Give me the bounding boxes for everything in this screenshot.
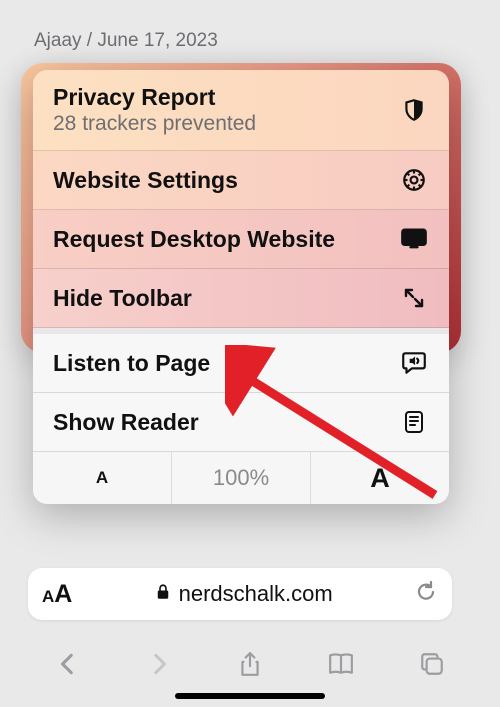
menu-item-request-desktop[interactable]: Request Desktop Website: [33, 210, 449, 269]
byline-text: Ajaay / June 17, 2023: [34, 30, 218, 52]
reader-icon: [399, 407, 429, 437]
shield-icon: [399, 95, 429, 125]
reload-button[interactable]: [414, 580, 438, 609]
zoom-percent[interactable]: 100%: [172, 452, 311, 504]
small-a-icon: A: [42, 587, 54, 607]
small-a-icon: A: [96, 468, 108, 488]
menu-label: Show Reader: [53, 409, 199, 436]
back-button[interactable]: [51, 647, 85, 681]
tabs-button[interactable]: [415, 647, 449, 681]
zoom-out-button[interactable]: A: [33, 452, 172, 504]
menu-item-show-reader[interactable]: Show Reader: [33, 393, 449, 452]
gear-icon: [399, 165, 429, 195]
bottom-toolbar: [0, 636, 500, 692]
page-settings-menu: Privacy Report 28 trackers prevented Web…: [33, 70, 449, 504]
share-button[interactable]: [233, 647, 267, 681]
menu-item-listen-to-page[interactable]: Listen to Page: [33, 328, 449, 393]
text-size-button[interactable]: AA: [42, 580, 72, 609]
expand-arrows-icon: [399, 283, 429, 313]
home-indicator: [175, 693, 325, 699]
menu-label: Hide Toolbar: [53, 285, 192, 312]
menu-item-website-settings[interactable]: Website Settings: [33, 151, 449, 210]
menu-item-privacy-report[interactable]: Privacy Report 28 trackers prevented: [33, 70, 449, 151]
address-bar[interactable]: AA nerdschalk.com: [28, 568, 452, 620]
menu-label: Request Desktop Website: [53, 226, 335, 253]
zoom-row: A 100% A: [33, 452, 449, 504]
domain-text: nerdschalk.com: [179, 581, 333, 607]
menu-item-hide-toolbar[interactable]: Hide Toolbar: [33, 269, 449, 328]
menu-sublabel: 28 trackers prevented: [53, 112, 256, 136]
address-bar-center[interactable]: nerdschalk.com: [72, 581, 414, 607]
speech-sound-icon: [399, 348, 429, 378]
menu-label: Listen to Page: [53, 350, 210, 377]
lock-icon: [154, 581, 172, 607]
menu-label: Website Settings: [53, 167, 238, 194]
forward-button[interactable]: [142, 647, 176, 681]
big-a-icon: A: [54, 580, 72, 609]
desktop-icon: [399, 224, 429, 254]
zoom-in-button[interactable]: A: [311, 452, 449, 504]
big-a-icon: A: [370, 463, 390, 494]
bookmarks-button[interactable]: [324, 647, 358, 681]
menu-label: Privacy Report: [53, 84, 256, 111]
